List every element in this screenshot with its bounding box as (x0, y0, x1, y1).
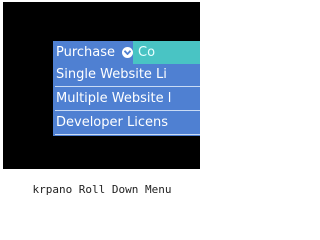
submenu-item-label: Multiple Website l (56, 91, 172, 106)
submenu-item-multiple-website[interactable]: Multiple Website l (53, 88, 200, 112)
menu-item-contact-label: Co (138, 45, 156, 60)
menu-item-purchase[interactable]: Purchase (53, 41, 133, 64)
submenu-separator (55, 134, 200, 135)
submenu-separator (55, 86, 200, 87)
chevron-down-icon (122, 47, 133, 58)
submenu-item-single-website[interactable]: Single Website Li (53, 64, 200, 88)
submenu-item-label: Single Website Li (56, 67, 167, 82)
menu-item-purchase-label: Purchase (56, 45, 116, 60)
demo-frame: Purchase Co Single Website Li Multiple W… (3, 2, 200, 169)
submenu-separator (55, 110, 200, 111)
submenu-purchase: Single Website Li Multiple Website l Dev… (53, 64, 200, 136)
submenu-item-developer-license[interactable]: Developer Licens (53, 112, 200, 136)
menu-bar: Purchase Co (53, 41, 200, 64)
menu-item-contact[interactable]: Co (133, 41, 200, 64)
page-caption: krpano Roll Down Menu (32, 183, 172, 196)
submenu-item-label: Developer Licens (56, 115, 169, 130)
